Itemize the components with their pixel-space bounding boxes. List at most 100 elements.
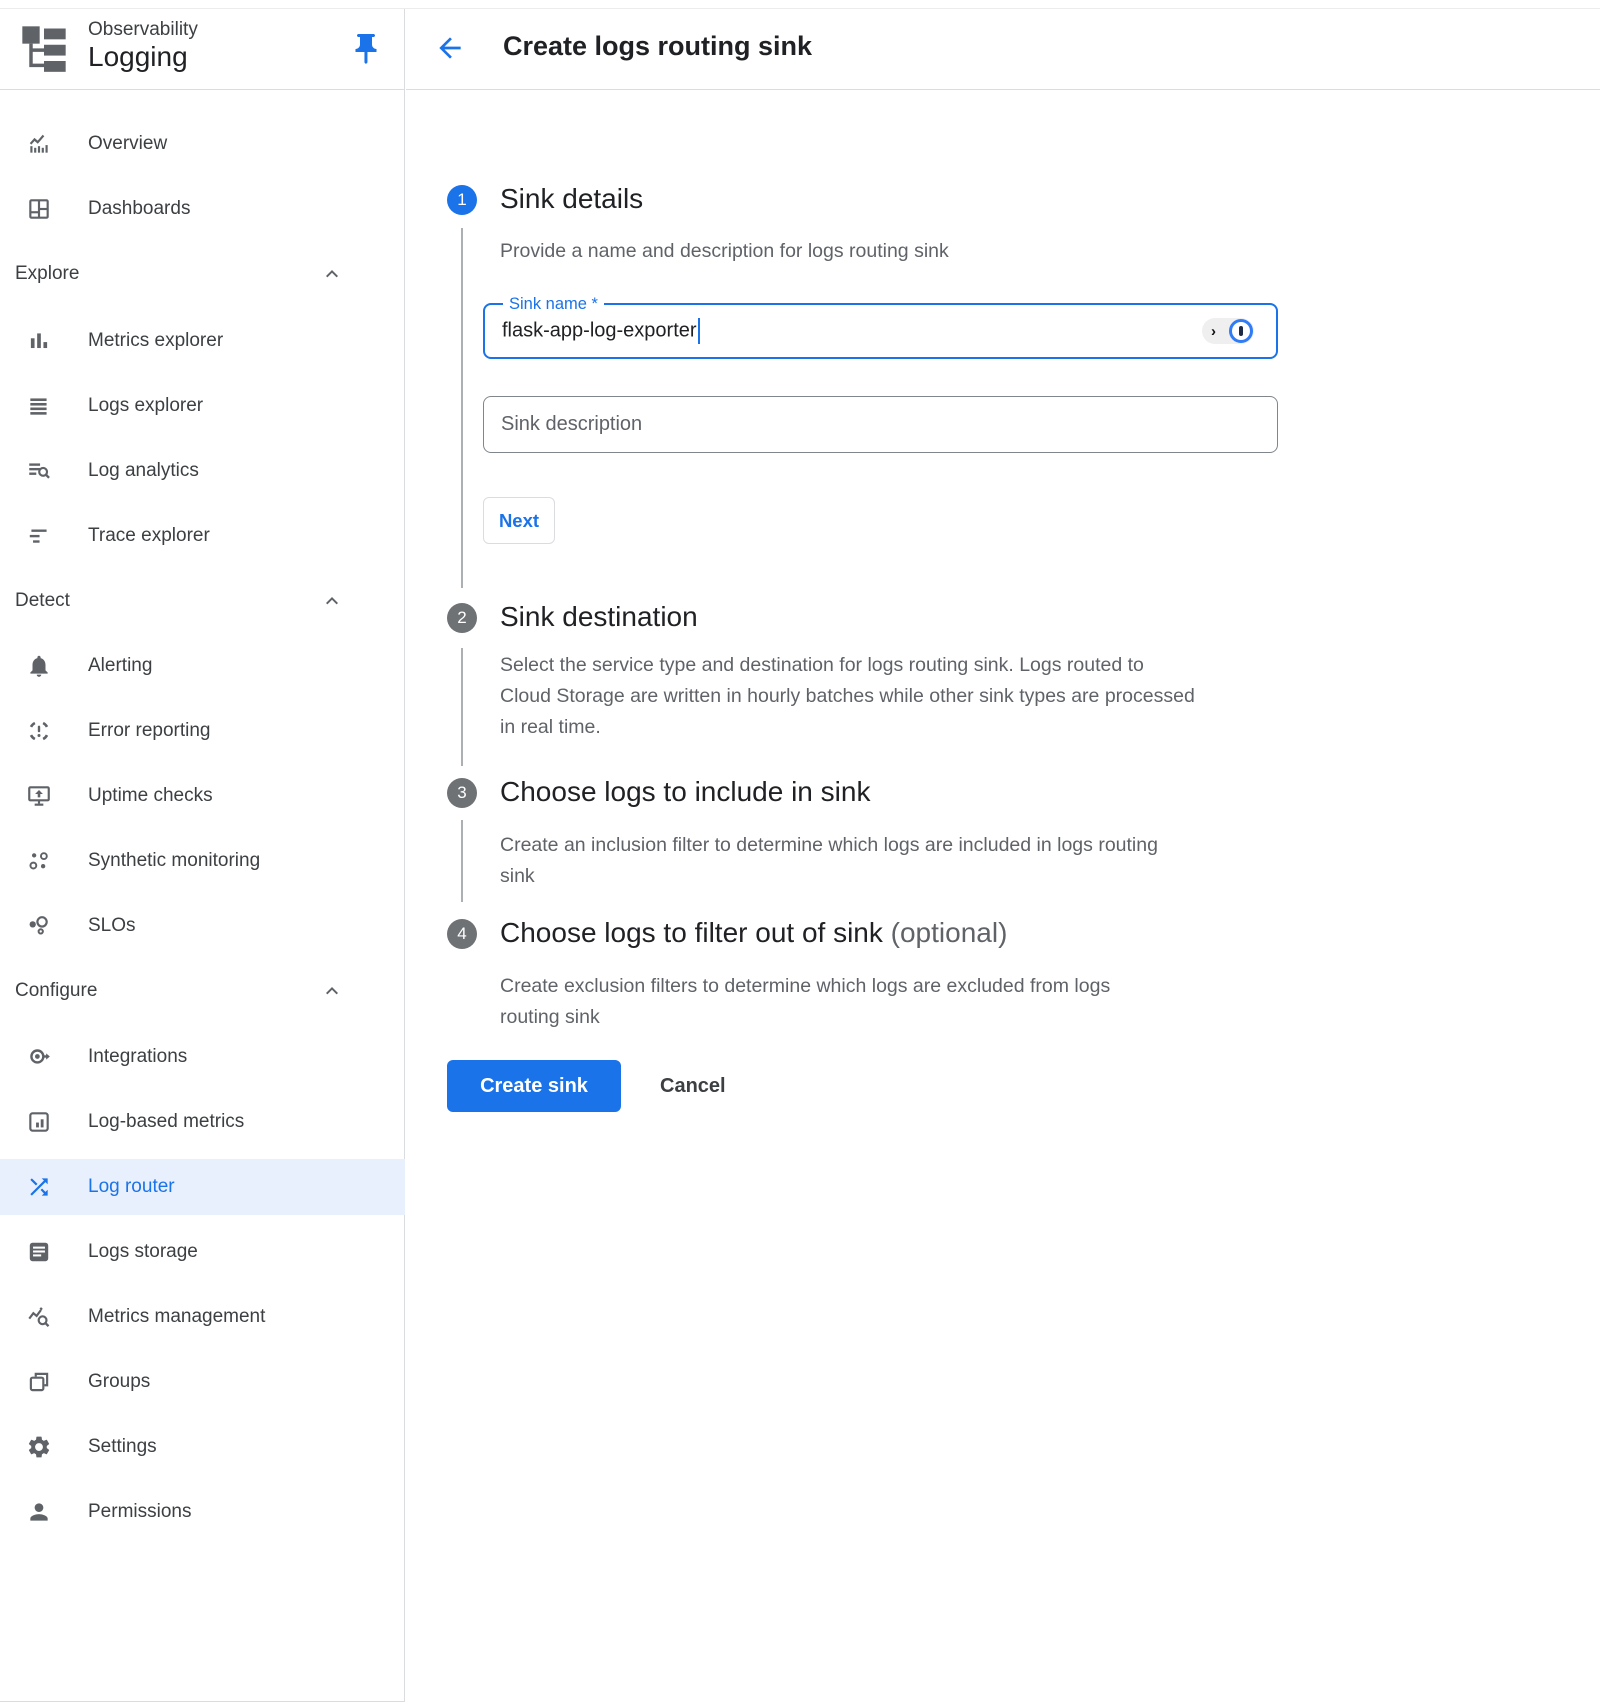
log-metrics-icon	[26, 1109, 52, 1135]
sidebar-item-log-router[interactable]: Log router	[0, 1159, 405, 1215]
create-sink-button[interactable]: Create sink	[447, 1060, 621, 1112]
groups-icon	[26, 1369, 52, 1395]
sidebar-item-label: Settings	[88, 1436, 157, 1458]
step-1-badge: 1	[447, 185, 477, 215]
log-search-icon	[26, 458, 52, 484]
sink-name-label: Sink name *	[503, 295, 604, 314]
step-1-description: Provide a name and description for logs …	[500, 236, 1220, 267]
step-number: 1	[457, 190, 466, 210]
storage-doc-icon	[26, 1239, 52, 1265]
step-2-description: Select the service type and destination …	[500, 650, 1200, 743]
step-connector	[461, 648, 463, 766]
step-3-description: Create an inclusion filter to determine …	[500, 830, 1190, 892]
product-kicker: Observability	[88, 19, 198, 41]
step-number: 2	[457, 608, 466, 628]
sidebar-item-label: Logs explorer	[88, 395, 203, 417]
sidebar-item-overview[interactable]: Overview	[0, 116, 405, 172]
sidebar-item-integrations[interactable]: Integrations	[0, 1029, 405, 1085]
step-2-badge: 2	[447, 603, 477, 633]
sidebar-section-explore[interactable]: Explore	[0, 246, 405, 302]
overview-icon	[26, 131, 52, 157]
chevron-up-icon[interactable]	[320, 979, 344, 1003]
step-2-title: Sink destination	[500, 601, 698, 633]
dashboards-icon	[26, 196, 52, 222]
sidebar-item-label: Uptime checks	[88, 785, 213, 807]
sidebar-item-groups[interactable]: Groups	[0, 1354, 405, 1410]
sidebar-item-label: SLOs	[88, 915, 136, 937]
step-3-badge: 3	[447, 778, 477, 808]
chevron-right-icon: ›	[1211, 324, 1216, 339]
sidebar-item-logs-storage[interactable]: Logs storage	[0, 1224, 405, 1280]
sidebar-item-label: Groups	[88, 1371, 150, 1393]
sidebar-item-log-based-metrics[interactable]: Log-based metrics	[0, 1094, 405, 1150]
trace-icon	[26, 523, 52, 549]
bell-icon	[26, 653, 52, 679]
sidebar-item-permissions[interactable]: Permissions	[0, 1484, 405, 1540]
sidebar-item-error-reporting[interactable]: Error reporting	[0, 703, 405, 759]
step-number: 4	[457, 924, 466, 944]
observability-logo-icon	[18, 22, 70, 74]
chevron-up-icon[interactable]	[320, 262, 344, 286]
sidebar-item-label: Logs storage	[88, 1241, 198, 1263]
sidebar-item-metrics-management[interactable]: Metrics management	[0, 1289, 405, 1345]
sidebar-item-alerting[interactable]: Alerting	[0, 638, 405, 694]
sidebar-item-dashboards[interactable]: Dashboards	[0, 181, 405, 237]
step-connector	[461, 820, 463, 902]
sidebar-item-metrics-explorer[interactable]: Metrics explorer	[0, 313, 405, 369]
sidebar-item-label: Error reporting	[88, 720, 211, 742]
sidebar-item-label: Permissions	[88, 1501, 191, 1523]
sidebar-item-label: Metrics management	[88, 1306, 265, 1328]
chevron-up-icon[interactable]	[320, 589, 344, 613]
sidebar-item-label: Overview	[88, 133, 167, 155]
slo-circles-icon	[26, 913, 52, 939]
sink-name-input[interactable]: Sink name * flask-app-log-exporter ›	[483, 303, 1278, 359]
next-button[interactable]: Next	[483, 497, 555, 544]
gear-icon	[26, 1434, 52, 1460]
sidebar: Observability Logging Overview Dashboard…	[0, 9, 405, 1702]
password-manager-badge[interactable]: ›	[1202, 318, 1254, 344]
sidebar-item-uptime-checks[interactable]: Uptime checks	[0, 768, 405, 824]
sidebar-item-trace-explorer[interactable]: Trace explorer	[0, 508, 405, 564]
sidebar-item-synthetic-monitoring[interactable]: Synthetic monitoring	[0, 833, 405, 889]
sidebar-item-logs-explorer[interactable]: Logs explorer	[0, 378, 405, 434]
sidebar-item-settings[interactable]: Settings	[0, 1419, 405, 1475]
synthetic-nodes-icon	[26, 848, 52, 874]
metrics-management-icon	[26, 1304, 52, 1330]
pin-icon[interactable]	[348, 31, 384, 67]
error-reporting-icon	[26, 718, 52, 744]
product-name: Logging	[88, 41, 188, 73]
person-icon	[26, 1499, 52, 1525]
sidebar-item-label: Integrations	[88, 1046, 187, 1068]
page-title: Create logs routing sink	[503, 31, 812, 62]
sidebar-item-label: Log analytics	[88, 460, 199, 482]
sidebar-section-configure[interactable]: Configure	[0, 963, 405, 1019]
onepassword-icon	[1229, 319, 1253, 343]
sidebar-item-label: Trace explorer	[88, 525, 210, 547]
sink-name-value: flask-app-log-exporter	[502, 318, 700, 344]
step-4-title: Choose logs to filter out of sink (optio…	[500, 917, 1007, 949]
optional-label: (optional)	[891, 917, 1008, 948]
sink-description-input[interactable]	[483, 396, 1278, 453]
log-lines-icon	[26, 393, 52, 419]
uptime-monitor-icon	[26, 783, 52, 809]
step-connector	[461, 228, 463, 588]
sidebar-item-slos[interactable]: SLOs	[0, 898, 405, 954]
back-arrow-icon[interactable]	[434, 32, 466, 64]
section-label: Detect	[15, 590, 70, 612]
sidebar-item-label: Dashboards	[88, 198, 190, 220]
step-3-title: Choose logs to include in sink	[500, 776, 870, 808]
shuffle-icon	[26, 1174, 52, 1200]
step-4-description: Create exclusion filters to determine wh…	[500, 971, 1140, 1033]
sidebar-item-label: Metrics explorer	[88, 330, 223, 352]
step-number: 3	[457, 783, 466, 803]
sidebar-section-detect[interactable]: Detect	[0, 573, 405, 629]
sidebar-item-label: Synthetic monitoring	[88, 850, 260, 872]
section-label: Explore	[15, 263, 79, 285]
cancel-button[interactable]: Cancel	[652, 1060, 734, 1112]
text-caret	[698, 318, 700, 344]
sidebar-item-log-analytics[interactable]: Log analytics	[0, 443, 405, 499]
bar-chart-icon	[26, 328, 52, 354]
step-1-title: Sink details	[500, 183, 643, 215]
sidebar-item-label: Alerting	[88, 655, 152, 677]
sidebar-header: Observability Logging	[0, 9, 404, 90]
